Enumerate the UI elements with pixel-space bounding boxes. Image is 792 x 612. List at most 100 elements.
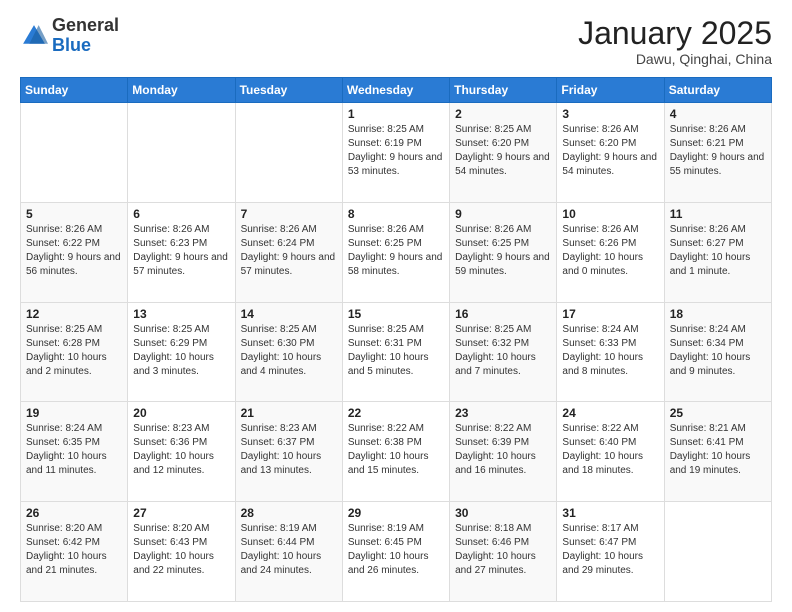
day-info: Sunrise: 8:19 AM Sunset: 6:45 PM Dayligh… bbox=[348, 522, 444, 578]
day-number: 2 bbox=[455, 107, 551, 121]
day-info: Sunrise: 8:26 AM Sunset: 6:20 PM Dayligh… bbox=[562, 123, 658, 179]
day-cell: 29 Sunrise: 8:19 AM Sunset: 6:45 PM Dayli… bbox=[342, 502, 449, 602]
day-number: 25 bbox=[670, 406, 766, 420]
day-number: 12 bbox=[26, 307, 122, 321]
day-number: 23 bbox=[455, 406, 551, 420]
day-info: Sunrise: 8:25 AM Sunset: 6:30 PM Dayligh… bbox=[241, 323, 337, 379]
day-number: 17 bbox=[562, 307, 658, 321]
day-cell: 12Sunrise: 8:25 AM Sunset: 6:28 PM Dayli… bbox=[21, 302, 128, 402]
day-number: 29 bbox=[348, 506, 444, 520]
day-cell: 6Sunrise: 8:26 AM Sunset: 6:23 PM Daylig… bbox=[128, 202, 235, 302]
day-info: Sunrise: 8:24 AM Sunset: 6:35 PM Dayligh… bbox=[26, 422, 122, 478]
day-number: 27 bbox=[133, 506, 229, 520]
day-number: 30 bbox=[455, 506, 551, 520]
week-row-1: 5 Sunrise: 8:26 AM Sunset: 6:22 PM Daylig… bbox=[21, 202, 772, 302]
day-cell: 26 Sunrise: 8:20 AM Sunset: 6:42 PM Dayli… bbox=[21, 502, 128, 602]
day-number: 28 bbox=[241, 506, 337, 520]
day-cell: 24Sunrise: 8:22 AM Sunset: 6:40 PM Dayli… bbox=[557, 402, 664, 502]
day-cell: 28 Sunrise: 8:19 AM Sunset: 6:44 PM Dayli… bbox=[235, 502, 342, 602]
day-info: Sunrise: 8:24 AM Sunset: 6:34 PM Dayligh… bbox=[670, 323, 766, 379]
logo-text: General Blue bbox=[52, 16, 119, 56]
day-cell bbox=[21, 103, 128, 203]
day-number: 31 bbox=[562, 506, 658, 520]
header: General Blue January 2025 Dawu, Qinghai,… bbox=[20, 16, 772, 67]
day-info: Sunrise: 8:22 AM Sunset: 6:39 PM Dayligh… bbox=[455, 422, 551, 478]
day-number: 4 bbox=[670, 107, 766, 121]
day-info: Sunrise: 8:17 AM Sunset: 6:47 PM Dayligh… bbox=[562, 522, 658, 578]
day-cell: 14 Sunrise: 8:25 AM Sunset: 6:30 PM Dayli… bbox=[235, 302, 342, 402]
day-info: Sunrise: 8:25 AM Sunset: 6:19 PM Dayligh… bbox=[348, 123, 444, 179]
day-number: 24 bbox=[562, 406, 658, 420]
day-number: 13 bbox=[133, 307, 229, 321]
day-info: Sunrise: 8:24 AM Sunset: 6:33 PM Dayligh… bbox=[562, 323, 658, 379]
weekday-header-monday: Monday bbox=[128, 78, 235, 103]
day-number: 15 bbox=[348, 307, 444, 321]
day-cell: 1 Sunrise: 8:25 AM Sunset: 6:19 PM Daylig… bbox=[342, 103, 449, 203]
logo-icon bbox=[20, 22, 48, 50]
day-cell bbox=[235, 103, 342, 203]
day-cell: 15 Sunrise: 8:25 AM Sunset: 6:31 PM Dayli… bbox=[342, 302, 449, 402]
weekday-header-tuesday: Tuesday bbox=[235, 78, 342, 103]
day-cell bbox=[128, 103, 235, 203]
day-cell: 31 Sunrise: 8:17 AM Sunset: 6:47 PM Dayli… bbox=[557, 502, 664, 602]
day-cell: 4 Sunrise: 8:26 AM Sunset: 6:21 PM Daylig… bbox=[664, 103, 771, 203]
logo-blue: Blue bbox=[52, 35, 91, 55]
day-info: Sunrise: 8:26 AM Sunset: 6:25 PM Dayligh… bbox=[348, 223, 444, 279]
calendar-table: SundayMondayTuesdayWednesdayThursdayFrid… bbox=[20, 77, 772, 602]
day-number: 6 bbox=[133, 207, 229, 221]
day-cell: 16Sunrise: 8:25 AM Sunset: 6:32 PM Dayli… bbox=[450, 302, 557, 402]
day-cell: 13Sunrise: 8:25 AM Sunset: 6:29 PM Dayli… bbox=[128, 302, 235, 402]
day-info: Sunrise: 8:26 AM Sunset: 6:22 PM Dayligh… bbox=[26, 223, 122, 279]
day-cell bbox=[664, 502, 771, 602]
day-cell: 23 Sunrise: 8:22 AM Sunset: 6:39 PM Dayli… bbox=[450, 402, 557, 502]
day-number: 20 bbox=[133, 406, 229, 420]
day-info: Sunrise: 8:26 AM Sunset: 6:24 PM Dayligh… bbox=[241, 223, 337, 279]
weekday-header-wednesday: Wednesday bbox=[342, 78, 449, 103]
week-row-2: 12Sunrise: 8:25 AM Sunset: 6:28 PM Dayli… bbox=[21, 302, 772, 402]
day-number: 16 bbox=[455, 307, 551, 321]
weekday-header-saturday: Saturday bbox=[664, 78, 771, 103]
day-number: 5 bbox=[26, 207, 122, 221]
day-number: 11 bbox=[670, 207, 766, 221]
day-number: 1 bbox=[348, 107, 444, 121]
day-cell: 2 Sunrise: 8:25 AM Sunset: 6:20 PM Daylig… bbox=[450, 103, 557, 203]
day-cell: 5 Sunrise: 8:26 AM Sunset: 6:22 PM Daylig… bbox=[21, 202, 128, 302]
day-number: 8 bbox=[348, 207, 444, 221]
day-info: Sunrise: 8:22 AM Sunset: 6:38 PM Dayligh… bbox=[348, 422, 444, 478]
day-cell: 22 Sunrise: 8:22 AM Sunset: 6:38 PM Dayli… bbox=[342, 402, 449, 502]
day-info: Sunrise: 8:20 AM Sunset: 6:43 PM Dayligh… bbox=[133, 522, 229, 578]
day-info: Sunrise: 8:19 AM Sunset: 6:44 PM Dayligh… bbox=[241, 522, 337, 578]
day-number: 19 bbox=[26, 406, 122, 420]
day-number: 22 bbox=[348, 406, 444, 420]
day-cell: 10Sunrise: 8:26 AM Sunset: 6:26 PM Dayli… bbox=[557, 202, 664, 302]
day-number: 3 bbox=[562, 107, 658, 121]
day-info: Sunrise: 8:26 AM Sunset: 6:25 PM Dayligh… bbox=[455, 223, 551, 279]
day-cell: 11Sunrise: 8:26 AM Sunset: 6:27 PM Dayli… bbox=[664, 202, 771, 302]
day-cell: 27 Sunrise: 8:20 AM Sunset: 6:43 PM Dayli… bbox=[128, 502, 235, 602]
day-info: Sunrise: 8:23 AM Sunset: 6:36 PM Dayligh… bbox=[133, 422, 229, 478]
title-block: January 2025 Dawu, Qinghai, China bbox=[578, 16, 772, 67]
weekday-header-row: SundayMondayTuesdayWednesdayThursdayFrid… bbox=[21, 78, 772, 103]
day-cell: 7Sunrise: 8:26 AM Sunset: 6:24 PM Daylig… bbox=[235, 202, 342, 302]
logo: General Blue bbox=[20, 16, 119, 56]
month-title: January 2025 bbox=[578, 16, 772, 51]
day-number: 18 bbox=[670, 307, 766, 321]
day-cell: 21Sunrise: 8:23 AM Sunset: 6:37 PM Dayli… bbox=[235, 402, 342, 502]
day-number: 14 bbox=[241, 307, 337, 321]
weekday-header-friday: Friday bbox=[557, 78, 664, 103]
day-info: Sunrise: 8:21 AM Sunset: 6:41 PM Dayligh… bbox=[670, 422, 766, 478]
subtitle: Dawu, Qinghai, China bbox=[578, 51, 772, 67]
day-info: Sunrise: 8:25 AM Sunset: 6:20 PM Dayligh… bbox=[455, 123, 551, 179]
day-cell: 30Sunrise: 8:18 AM Sunset: 6:46 PM Dayli… bbox=[450, 502, 557, 602]
week-row-4: 26 Sunrise: 8:20 AM Sunset: 6:42 PM Dayli… bbox=[21, 502, 772, 602]
day-number: 10 bbox=[562, 207, 658, 221]
day-info: Sunrise: 8:25 AM Sunset: 6:31 PM Dayligh… bbox=[348, 323, 444, 379]
day-cell: 3 Sunrise: 8:26 AM Sunset: 6:20 PM Daylig… bbox=[557, 103, 664, 203]
day-info: Sunrise: 8:26 AM Sunset: 6:21 PM Dayligh… bbox=[670, 123, 766, 179]
week-row-3: 19 Sunrise: 8:24 AM Sunset: 6:35 PM Dayli… bbox=[21, 402, 772, 502]
day-number: 26 bbox=[26, 506, 122, 520]
day-cell: 9 Sunrise: 8:26 AM Sunset: 6:25 PM Daylig… bbox=[450, 202, 557, 302]
day-info: Sunrise: 8:20 AM Sunset: 6:42 PM Dayligh… bbox=[26, 522, 122, 578]
day-number: 9 bbox=[455, 207, 551, 221]
day-cell: 19 Sunrise: 8:24 AM Sunset: 6:35 PM Dayli… bbox=[21, 402, 128, 502]
